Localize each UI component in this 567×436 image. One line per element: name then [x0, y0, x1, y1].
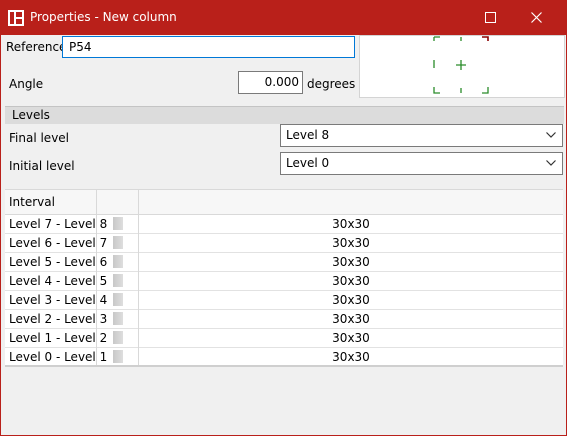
column-divider [138, 190, 139, 367]
section-cell[interactable]: 30x30 [139, 217, 563, 231]
levels-section-title: Levels [12, 108, 50, 122]
table-row[interactable]: Level 6 - Level 7 30x30 [5, 234, 563, 253]
column-header-swatch[interactable] [97, 190, 139, 214]
maximize-button[interactable] [468, 1, 514, 35]
table-row[interactable]: Level 4 - Level 5 30x30 [5, 272, 563, 291]
section-cell[interactable]: 30x30 [139, 236, 563, 250]
interval-cell: Level 2 - Level 3 [9, 312, 108, 326]
final-level-select[interactable]: Level 8 [280, 124, 563, 147]
table-row[interactable]: Level 7 - Level 8 30x30 [5, 215, 563, 234]
interval-cell: Level 1 - Level 2 [9, 331, 108, 345]
table-bottom-border [5, 365, 563, 367]
close-button[interactable] [514, 1, 560, 35]
column-header-section[interactable] [139, 190, 562, 214]
app-icon [8, 10, 24, 26]
interval-cell: Level 6 - Level 7 [9, 236, 108, 250]
column-preview [359, 35, 565, 98]
reference-input[interactable]: P54 [62, 36, 355, 58]
initial-level-select[interactable]: Level 0 [280, 152, 563, 175]
interval-cell: Level 4 - Level 5 [9, 274, 108, 288]
section-swatch [113, 255, 123, 268]
table-header: Interval [5, 190, 563, 215]
column-header-interval[interactable]: Interval [5, 190, 97, 214]
interval-cell: Level 3 - Level 4 [9, 293, 108, 307]
initial-level-value: Level 0 [286, 156, 330, 170]
section-swatch [113, 293, 123, 306]
final-level-value: Level 8 [286, 128, 330, 142]
angle-label: Angle [9, 77, 44, 91]
section-cell[interactable]: 30x30 [139, 350, 563, 364]
maximize-icon [485, 12, 496, 23]
section-cell[interactable]: 30x30 [139, 274, 563, 288]
interval-cell: Level 5 - Level 6 [9, 255, 108, 269]
reference-label: Reference [6, 40, 67, 54]
levels-section-header: Levels [5, 106, 564, 124]
final-level-label: Final level [9, 131, 70, 145]
interval-cell: Level 7 - Level 8 [9, 217, 108, 231]
properties-window: Properties - New column Reference P54 An… [0, 0, 567, 436]
interval-cell: Level 0 - Level 1 [9, 350, 108, 364]
section-swatch [113, 217, 123, 230]
angle-unit-label: degrees [307, 77, 356, 91]
table-row[interactable]: Level 5 - Level 6 30x30 [5, 253, 563, 272]
chevron-down-icon [546, 160, 556, 166]
section-swatch [113, 274, 123, 287]
column-divider [96, 190, 97, 367]
close-icon [531, 12, 542, 23]
section-cell[interactable]: 30x30 [139, 331, 563, 345]
section-swatch [113, 312, 123, 325]
section-swatch [113, 350, 123, 363]
section-swatch [113, 236, 123, 249]
dialog-content: Reference P54 Angle 0.000 degrees Levels [1, 35, 566, 435]
window-title: Properties - New column [30, 10, 177, 24]
table-row[interactable]: Level 1 - Level 2 30x30 [5, 329, 563, 348]
angle-input[interactable]: 0.000 [238, 71, 303, 94]
section-cell[interactable]: 30x30 [139, 312, 563, 326]
section-swatch [113, 331, 123, 344]
section-cell[interactable]: 30x30 [139, 293, 563, 307]
table-row[interactable]: Level 3 - Level 4 30x30 [5, 291, 563, 310]
column-section-icon [433, 36, 489, 94]
title-bar[interactable]: Properties - New column [1, 1, 566, 35]
initial-level-label: Initial level [9, 159, 75, 173]
intervals-table: Interval Level 7 - Level 8 30x30 Level 6… [5, 189, 563, 367]
chevron-down-icon [546, 132, 556, 138]
section-cell[interactable]: 30x30 [139, 255, 563, 269]
table-row[interactable]: Level 2 - Level 3 30x30 [5, 310, 563, 329]
